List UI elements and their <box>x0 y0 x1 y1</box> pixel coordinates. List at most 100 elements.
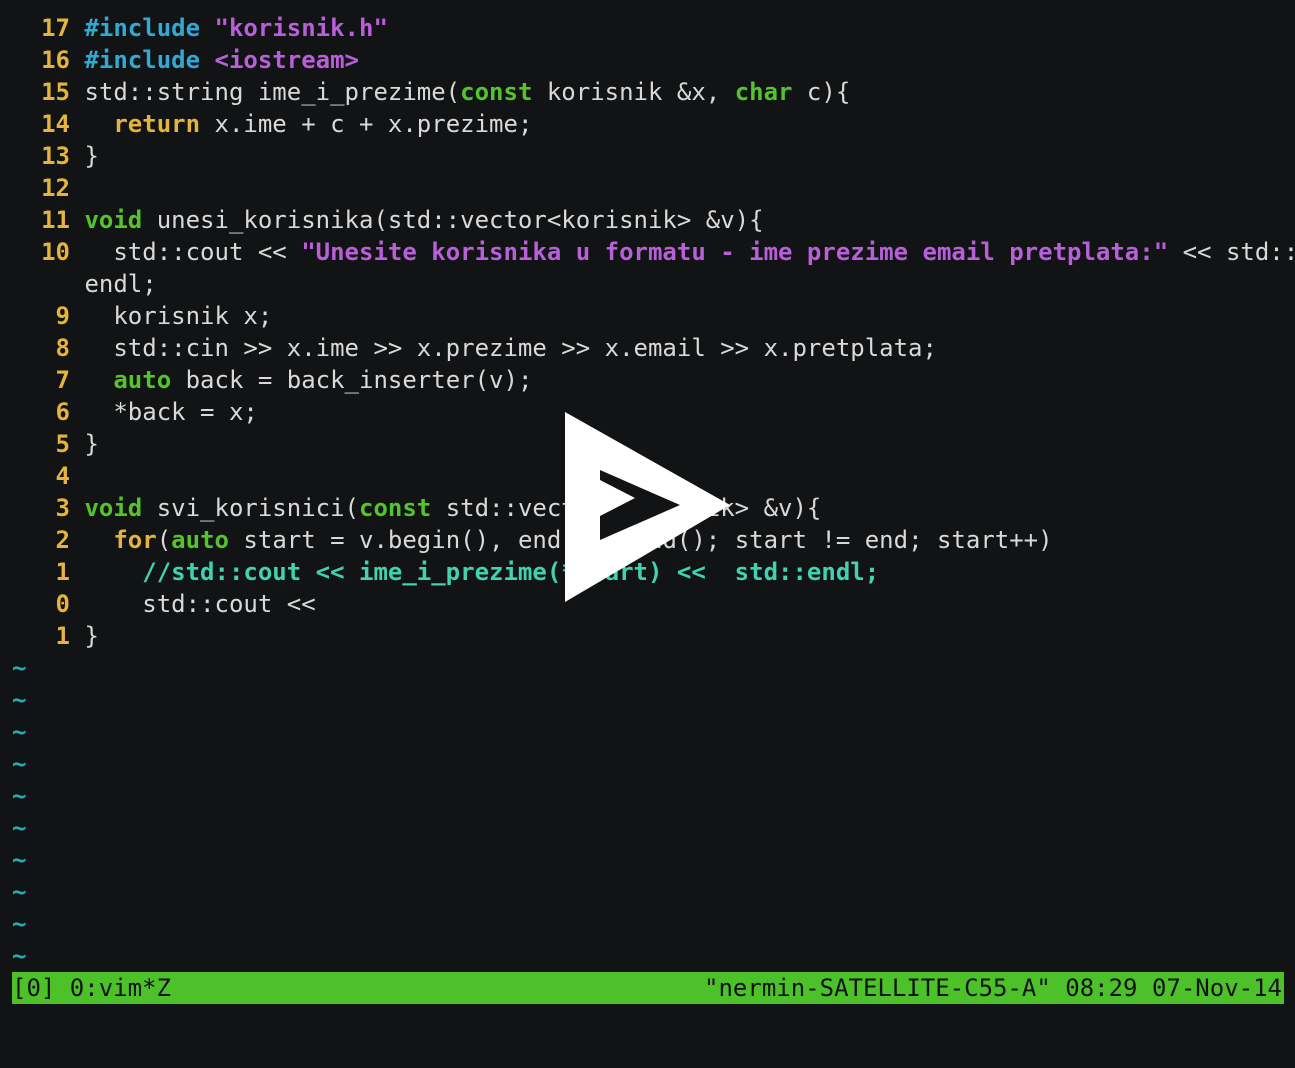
line-number: 11 <box>41 206 70 234</box>
syntax-token: #include <box>84 46 201 74</box>
play-icon[interactable] <box>560 410 740 610</box>
code-token: } <box>84 430 99 458</box>
line-number: 3 <box>55 494 70 522</box>
code-token: std::string ime_i_prezime( <box>84 78 461 106</box>
empty-buffer-line: ~ <box>12 908 1284 940</box>
syntax-token: void <box>84 206 143 234</box>
code-text: std::string ime_i_prezime(const korisnik… <box>84 76 850 108</box>
tilde-marker: ~ <box>12 910 27 938</box>
code-text: std::cin >> x.ime >> x.prezime >> x.emai… <box>84 332 937 364</box>
code-line[interactable]: 15 std::string ime_i_prezime(const koris… <box>12 76 1284 108</box>
code-text: } <box>84 620 98 652</box>
code-line[interactable]: endl; <box>12 268 1284 300</box>
syntax-token: char <box>734 78 793 106</box>
line-number: 12 <box>41 174 70 202</box>
line-number: 16 <box>41 46 70 74</box>
code-token: } <box>84 142 99 170</box>
code-line[interactable]: 9 korisnik x; <box>12 300 1284 332</box>
code-token: std::cout << <box>84 590 316 618</box>
line-number: 0 <box>55 590 70 618</box>
code-text: void unesi_korisnika(std::vector<korisni… <box>84 204 763 236</box>
code-text: *back = x; <box>84 396 258 428</box>
tmux-status-bar: [0] 0:vim*Z "nermin-SATELLITE-C55-A" 08:… <box>12 972 1284 1004</box>
code-text: korisnik x; <box>84 300 272 332</box>
code-token: std::cout << <box>84 238 302 266</box>
code-line[interactable]: 10 std::cout << "Unesite korisnika u for… <box>12 236 1295 268</box>
empty-buffer-line: ~ <box>12 812 1284 844</box>
syntax-token: //std::cout << ime_i_prezime(*start) << … <box>142 558 880 586</box>
syntax-token: void <box>84 494 143 522</box>
code-token: std::cin >> x.ime >> x.prezime >> x.emai… <box>84 334 937 362</box>
code-token: << std:: <box>1168 238 1295 266</box>
code-text: } <box>84 140 98 172</box>
empty-buffer-line: ~ <box>12 716 1284 748</box>
code-line[interactable]: 13 } <box>12 140 1284 172</box>
syntax-token: auto <box>171 526 229 554</box>
tilde-marker: ~ <box>12 846 27 874</box>
code-line[interactable]: 17 #include "korisnik.h" <box>12 12 1284 44</box>
code-text: std::cout << <box>84 588 315 620</box>
syntax-token: const <box>359 494 432 522</box>
line-number: 4 <box>55 462 70 490</box>
line-number: 14 <box>41 110 70 138</box>
tilde-marker: ~ <box>12 718 27 746</box>
code-line[interactable]: 12 <box>12 172 1284 204</box>
line-number: 2 <box>55 526 70 554</box>
code-token: unesi_korisnika(std::vector<korisnik> &v… <box>142 206 764 234</box>
code-line[interactable]: 7 auto back = back_inserter(v); <box>12 364 1284 396</box>
code-text: auto back = back_inserter(v); <box>84 364 532 396</box>
tilde-marker: ~ <box>12 750 27 778</box>
tilde-marker: ~ <box>12 942 27 970</box>
syntax-token: for <box>113 526 157 554</box>
line-number: 1 <box>55 622 70 650</box>
syntax-token: "Unesite korisnika u formatu - ime prezi… <box>301 238 1169 266</box>
line-number: 17 <box>41 14 70 42</box>
tilde-marker: ~ <box>12 814 27 842</box>
empty-buffer-line: ~ <box>12 684 1284 716</box>
code-line[interactable]: 11 void unesi_korisnika(std::vector<kori… <box>12 204 1284 236</box>
code-line[interactable]: 8 std::cin >> x.ime >> x.prezime >> x.em… <box>12 332 1284 364</box>
code-line[interactable]: 14 return x.ime + c + x.prezime; <box>12 108 1284 140</box>
syntax-token: "korisnik.h" <box>214 14 388 42</box>
empty-buffer-line: ~ <box>12 748 1284 780</box>
syntax-token: auto <box>113 366 172 394</box>
tilde-marker: ~ <box>12 654 27 682</box>
code-text: #include "korisnik.h" <box>84 12 387 44</box>
syntax-token: return <box>113 110 201 138</box>
code-token: endl; <box>84 270 157 298</box>
tmux-host-clock: "nermin-SATELLITE-C55-A" 08:29 07-Nov-14 <box>704 974 1282 1002</box>
tilde-marker: ~ <box>12 878 27 906</box>
code-line[interactable]: 1 } <box>12 620 1284 652</box>
tilde-marker: ~ <box>12 686 27 714</box>
empty-buffer-line: ~ <box>12 844 1284 876</box>
code-text: //std::cout << ime_i_prezime(*start) << … <box>84 556 879 588</box>
code-token: svi_korisnici( <box>142 494 359 522</box>
code-token: c){ <box>792 78 851 106</box>
line-number: 6 <box>55 398 70 426</box>
code-text: } <box>84 428 98 460</box>
code-text: std::cout << "Unesite korisnika u format… <box>84 236 1295 268</box>
line-number: 8 <box>55 334 70 362</box>
empty-buffer-line: ~ <box>12 652 1284 684</box>
code-token: x.ime + c + x.prezime; <box>200 110 533 138</box>
line-number: 9 <box>55 302 70 330</box>
line-number: 13 <box>41 142 70 170</box>
code-token: } <box>84 622 99 650</box>
tilde-marker: ~ <box>12 782 27 810</box>
code-token: *back = x; <box>84 398 258 426</box>
code-token: back = back_inserter(v); <box>171 366 533 394</box>
line-number: 10 <box>41 238 70 266</box>
empty-buffer-line: ~ <box>12 780 1284 812</box>
code-text: #include <iostream> <box>84 44 359 76</box>
code-text: endl; <box>84 268 156 300</box>
syntax-token: #include <box>84 14 201 42</box>
syntax-token: const <box>460 78 533 106</box>
code-line[interactable]: 16 #include <iostream> <box>12 44 1284 76</box>
tmux-window-list[interactable]: [0] 0:vim*Z <box>12 972 171 1004</box>
line-number: 5 <box>55 430 70 458</box>
